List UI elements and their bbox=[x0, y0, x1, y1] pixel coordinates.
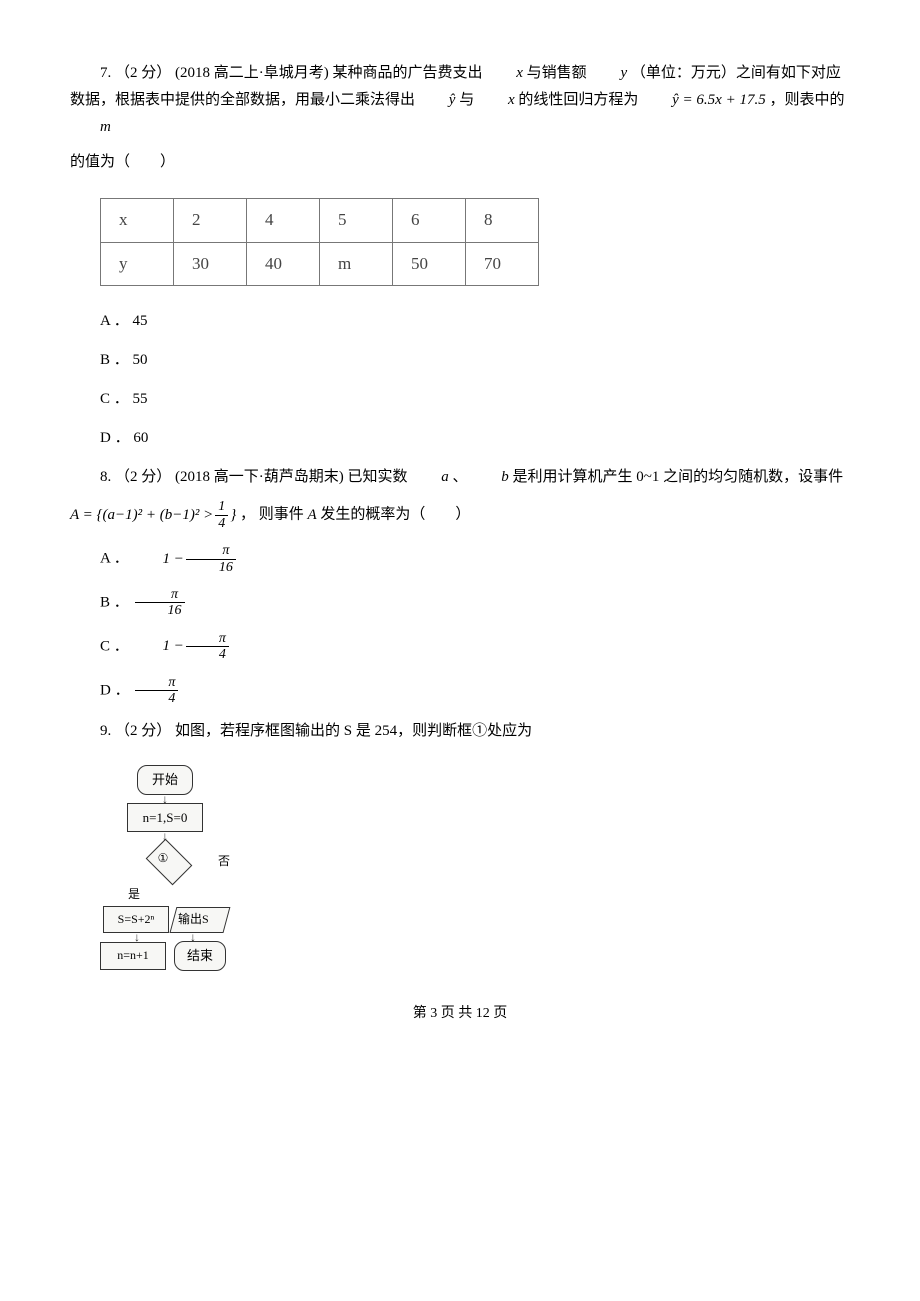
table-cell: 2 bbox=[174, 199, 247, 243]
frac-den: 16 bbox=[135, 603, 185, 618]
option-frac: π4 bbox=[135, 675, 178, 707]
var-a: a bbox=[411, 464, 449, 491]
table-cell: 30 bbox=[174, 242, 247, 286]
q7-option-c: C ． 55 bbox=[70, 386, 850, 413]
output-label: 输出S bbox=[178, 909, 209, 931]
q7-stem: 7. （2 分） (2018 高二上·阜城月考) 某种商品的广告费支出 x 与销… bbox=[70, 60, 850, 141]
option-frac: π4 bbox=[186, 631, 229, 663]
frac-num: 1 bbox=[215, 499, 228, 515]
q7-text-6: ，则表中的 bbox=[769, 92, 844, 108]
decision-label: ① bbox=[158, 848, 169, 870]
option-label: D ． bbox=[100, 682, 130, 698]
q8-option-d: D ． π4 bbox=[70, 675, 850, 707]
one-minus: 1 − bbox=[133, 546, 184, 573]
table-cell: 50 bbox=[393, 242, 466, 286]
regression-eq: ŷ = 6.5x + 17.5 bbox=[642, 87, 766, 114]
flowchart-init: n=1,S=0 bbox=[127, 803, 203, 832]
table-cell: x bbox=[101, 199, 174, 243]
q8-stem: 8. （2 分） (2018 高一下·葫芦岛期末) 已知实数 a 、 b 是利用… bbox=[70, 464, 850, 491]
q7-option-b: B ． 50 bbox=[70, 347, 850, 374]
flowchart-increment: n=n+1 bbox=[100, 942, 166, 970]
option-frac: π16 bbox=[186, 543, 236, 575]
flowchart-output: 输出S bbox=[170, 907, 231, 933]
frac-num: π bbox=[186, 631, 229, 647]
table-cell: 6 bbox=[393, 199, 466, 243]
q7-option-a: A ． 45 bbox=[70, 308, 850, 335]
q8-text-2: 是利用计算机产生 0~1 之间的均匀随机数，设事件 bbox=[513, 469, 844, 485]
q8-option-c: C ． 1 − π4 bbox=[70, 631, 850, 663]
option-label: A ． bbox=[100, 551, 129, 567]
var-y: y bbox=[590, 60, 627, 87]
event-formula-rhs: } bbox=[230, 502, 236, 529]
frac-den: 4 bbox=[215, 516, 228, 531]
table-cell: 8 bbox=[466, 199, 539, 243]
table-cell: 4 bbox=[247, 199, 320, 243]
q7-text-2: 与销售额 bbox=[527, 65, 591, 81]
q7-text-5: 的线性回归方程为 bbox=[518, 92, 642, 108]
table-row: y 30 40 m 50 70 bbox=[101, 242, 539, 286]
arrow-down-icon: ↓ bbox=[100, 793, 230, 805]
q7-text-1: 7. （2 分） (2018 高二上·阜城月考) 某种商品的广告费支出 bbox=[100, 65, 486, 81]
frac-num: π bbox=[186, 543, 236, 559]
q8-option-b: B ． π16 bbox=[70, 587, 850, 619]
var-yhat: ŷ bbox=[419, 87, 456, 114]
table-row: x 2 4 5 6 8 bbox=[101, 199, 539, 243]
event-formula-frac: 14 bbox=[215, 499, 228, 531]
flowchart-no-label: 否 bbox=[218, 851, 230, 873]
flowchart: 开始 ↓ n=1,S=0 ↓ ① 否 是 S=S+2ⁿ 输出S ↓ ↓ n=n+… bbox=[100, 765, 230, 970]
q8-tail: 发生的概率为（ ） bbox=[320, 507, 470, 523]
frac-den: 16 bbox=[186, 560, 236, 575]
var-b: b bbox=[471, 464, 509, 491]
q7-text-4: 与 bbox=[459, 92, 478, 108]
q9-stem: 9. （2 分） 如图，若程序框图输出的 S 是 254，则判断框①处应为 bbox=[70, 718, 850, 745]
option-frac: π16 bbox=[135, 587, 185, 619]
event-formula-lhs: A = {(a−1)² + (b−1)² > bbox=[70, 502, 213, 529]
var-event-A: A bbox=[308, 502, 317, 529]
q7-option-d: D ． 60 bbox=[70, 425, 850, 452]
flowchart-step: S=S+2ⁿ bbox=[103, 906, 169, 934]
flowchart-end: 结束 bbox=[174, 941, 226, 970]
flowchart-start: 开始 bbox=[137, 765, 193, 794]
option-label: C ． bbox=[100, 638, 129, 654]
q8-text-3: ， 则事件 bbox=[240, 507, 308, 523]
flowchart-decision: ① bbox=[146, 839, 193, 886]
table-cell: 40 bbox=[247, 242, 320, 286]
q8-text-1: 8. （2 分） (2018 高一下·葫芦岛期末) 已知实数 bbox=[100, 469, 411, 485]
flowchart-yes-label: 是 bbox=[128, 884, 140, 906]
var-x: x bbox=[486, 60, 523, 87]
var-x2: x bbox=[478, 87, 515, 114]
option-label: B ． bbox=[100, 594, 129, 610]
frac-den: 4 bbox=[186, 647, 229, 662]
q8-sep1: 、 bbox=[453, 469, 468, 485]
frac-num: π bbox=[135, 675, 178, 691]
frac-num: π bbox=[135, 587, 185, 603]
table-cell: 70 bbox=[466, 242, 539, 286]
page-footer: 第 3 页 共 12 页 bbox=[70, 1001, 850, 1026]
q8-option-a: A ． 1 − π16 bbox=[70, 543, 850, 575]
var-m: m bbox=[70, 114, 111, 141]
frac-den: 4 bbox=[135, 691, 178, 706]
one-minus: 1 − bbox=[133, 633, 184, 660]
q7-table: x 2 4 5 6 8 y 30 40 m 50 70 bbox=[100, 198, 539, 286]
q8-formula-line: A = {(a−1)² + (b−1)² > 14} ， 则事件 A 发生的概率… bbox=[70, 499, 850, 531]
table-cell: y bbox=[101, 242, 174, 286]
table-cell: 5 bbox=[320, 199, 393, 243]
q7-tail: 的值为（ ） bbox=[70, 149, 850, 176]
table-cell: m bbox=[320, 242, 393, 286]
